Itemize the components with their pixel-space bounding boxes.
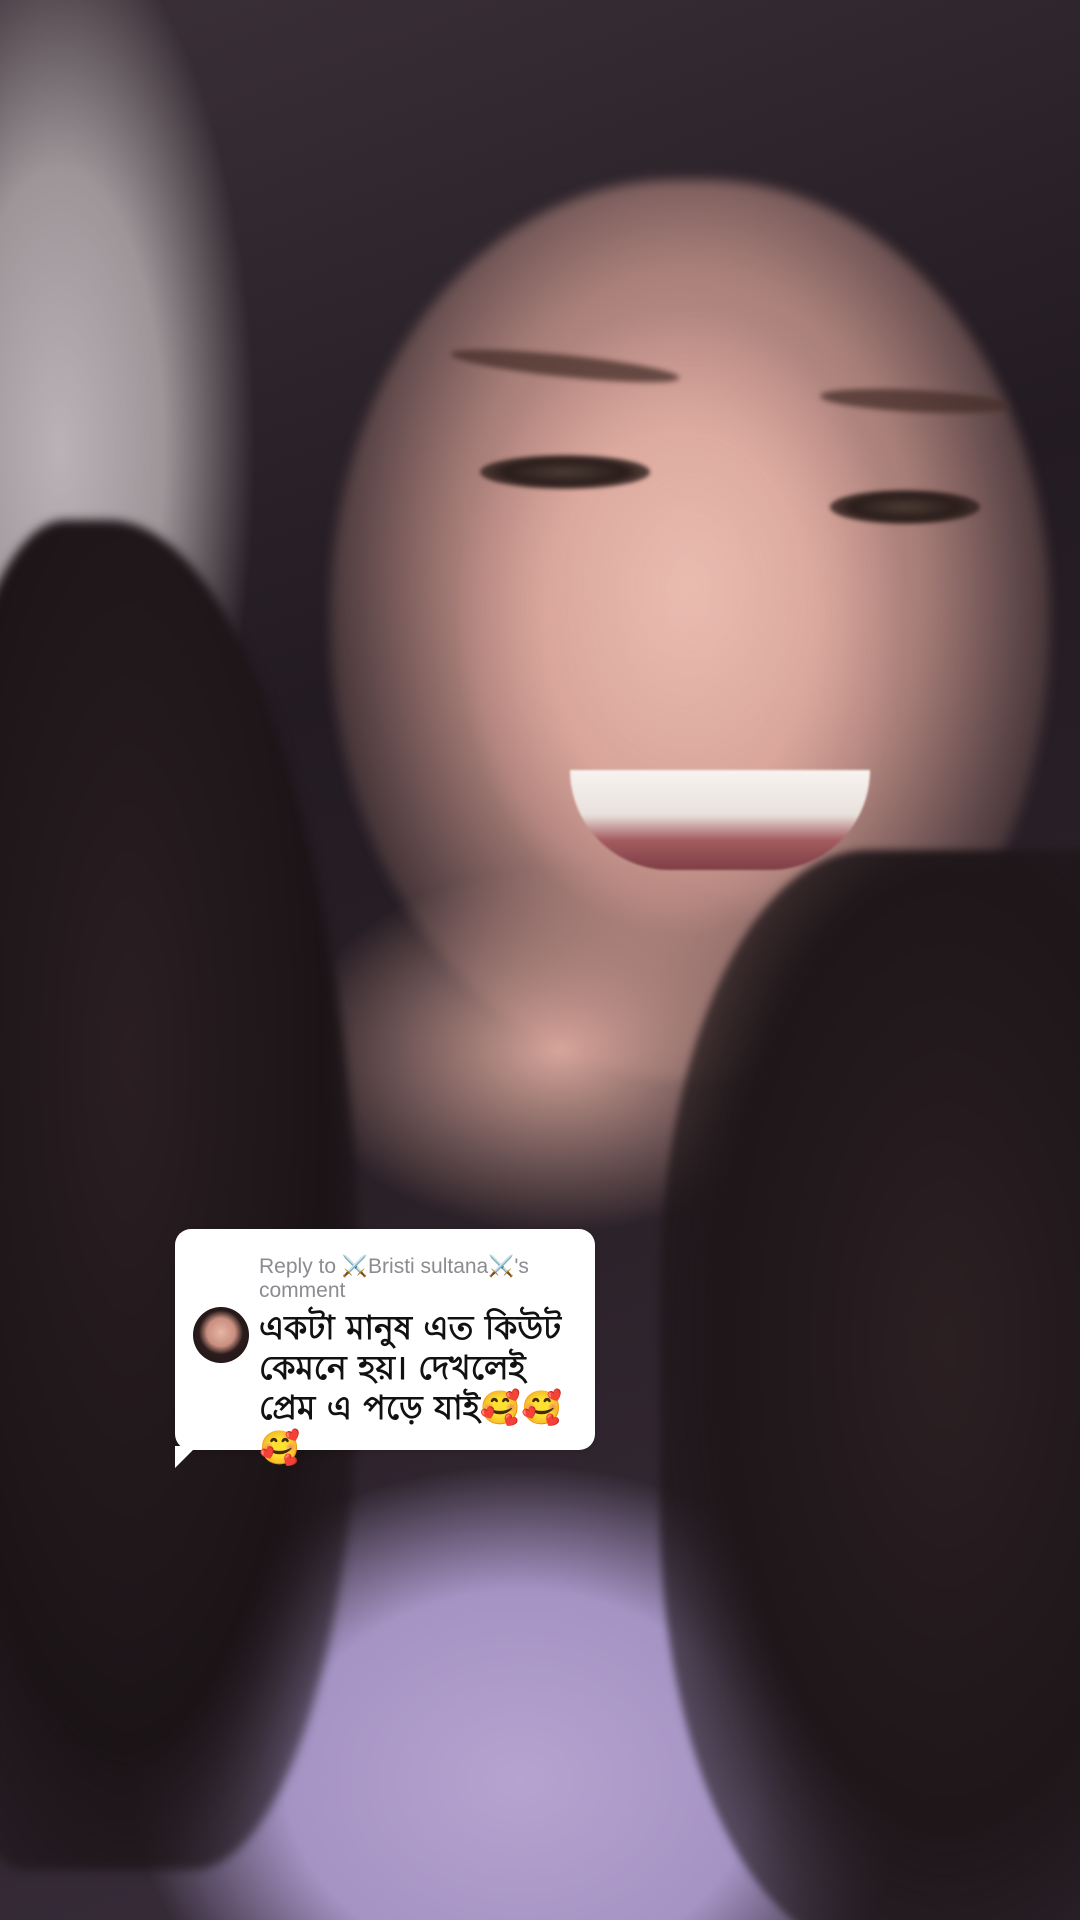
video-frame[interactable]: Reply to ⚔️Bristi sultana⚔️'s comment এক… [0, 0, 1080, 1920]
photo-hair-right [660, 850, 1080, 1920]
comment-text: একটা মানুষ এত কিউট কেমনে হয়। দেখলেই প্র… [259, 1308, 563, 1467]
photo-eye-right [830, 490, 980, 524]
reply-header: Reply to ⚔️Bristi sultana⚔️'s comment [259, 1255, 579, 1303]
commenter-avatar[interactable] [193, 1307, 249, 1363]
photo-eye-left [480, 455, 650, 489]
reply-comment-sticker[interactable]: Reply to ⚔️Bristi sultana⚔️'s comment এক… [175, 1229, 595, 1468]
sticker-tail [175, 1446, 197, 1468]
reply-prefix: Reply to [259, 1255, 342, 1278]
commenter-name[interactable]: ⚔️Bristi sultana⚔️ [342, 1255, 515, 1278]
